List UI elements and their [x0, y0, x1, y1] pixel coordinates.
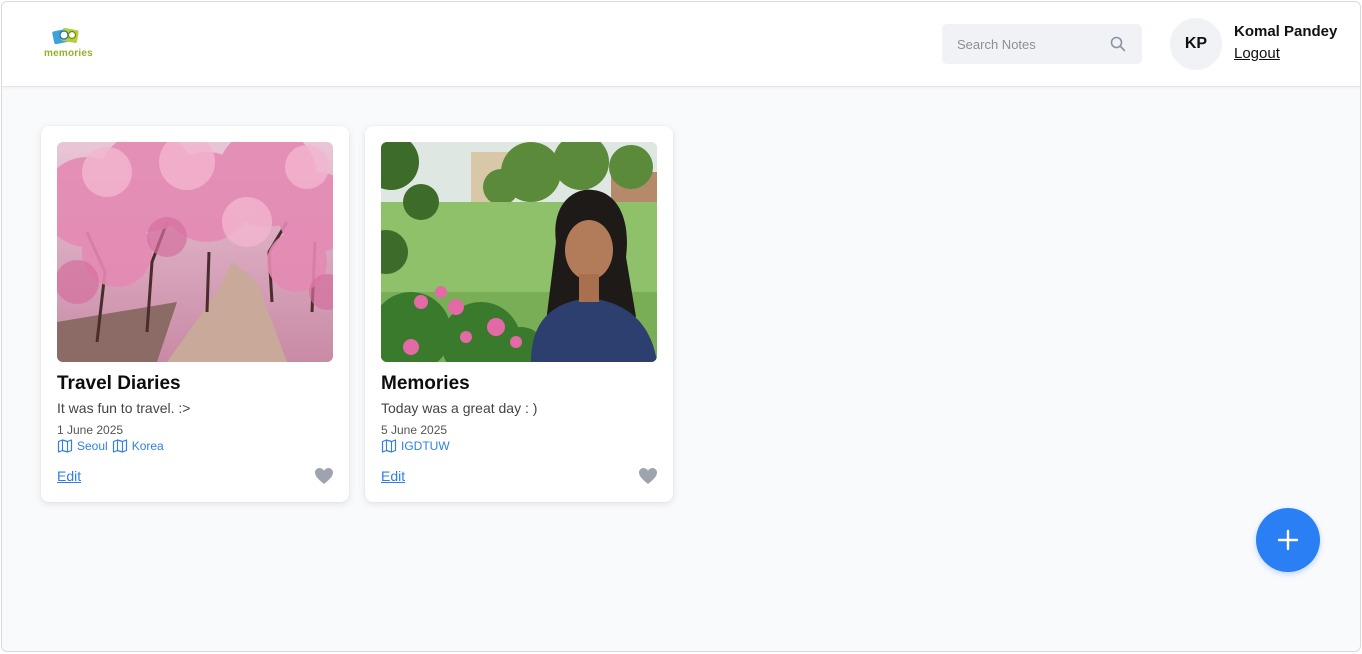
note-tags: IGDTUW [381, 438, 450, 454]
note-card[interactable]: Travel Diaries It was fun to travel. :> … [41, 126, 349, 502]
note-date: 5 June 2025 [381, 423, 448, 437]
edit-link[interactable]: Edit [381, 468, 405, 484]
avatar: KP [1170, 18, 1222, 70]
logout-link[interactable]: Logout [1234, 45, 1280, 62]
map-icon [112, 439, 127, 453]
search-input[interactable] [957, 34, 1107, 54]
app-logo[interactable]: memories [42, 26, 102, 62]
note-date: 1 June 2025 [57, 423, 124, 437]
add-note-button[interactable] [1256, 508, 1320, 572]
logo-text: memories [44, 48, 93, 59]
app-window: memories KP Komal Pandey Logout [1, 1, 1361, 652]
tag-chip[interactable]: IGDTUW [381, 438, 450, 454]
navbar: memories KP Komal Pandey Logout [2, 2, 1360, 87]
tag-chip[interactable]: Korea [112, 438, 164, 454]
note-content: It was fun to travel. :> [57, 400, 191, 416]
note-image [57, 142, 333, 362]
tag-label: Korea [131, 439, 164, 453]
edit-link[interactable]: Edit [57, 468, 81, 484]
map-icon [57, 439, 73, 453]
search-bar [942, 24, 1142, 64]
note-title: Memories [381, 373, 470, 394]
note-content: Today was a great day : ) [381, 400, 538, 416]
note-tags: Seoul Korea [57, 438, 164, 454]
tag-label: IGDTUW [401, 439, 450, 453]
note-card[interactable]: Memories Today was a great day : ) 5 Jun… [365, 126, 673, 502]
map-icon [381, 439, 397, 453]
note-title: Travel Diaries [57, 373, 181, 394]
user-name: Komal Pandey [1234, 23, 1338, 40]
search-icon[interactable] [1110, 36, 1126, 52]
tag-label: Seoul [77, 439, 108, 453]
tag-chip[interactable]: Seoul [57, 438, 108, 454]
heart-icon[interactable] [638, 467, 658, 485]
logo-icon [52, 28, 79, 45]
plus-icon [1277, 529, 1299, 551]
note-image [381, 142, 657, 362]
heart-icon[interactable] [314, 467, 334, 485]
